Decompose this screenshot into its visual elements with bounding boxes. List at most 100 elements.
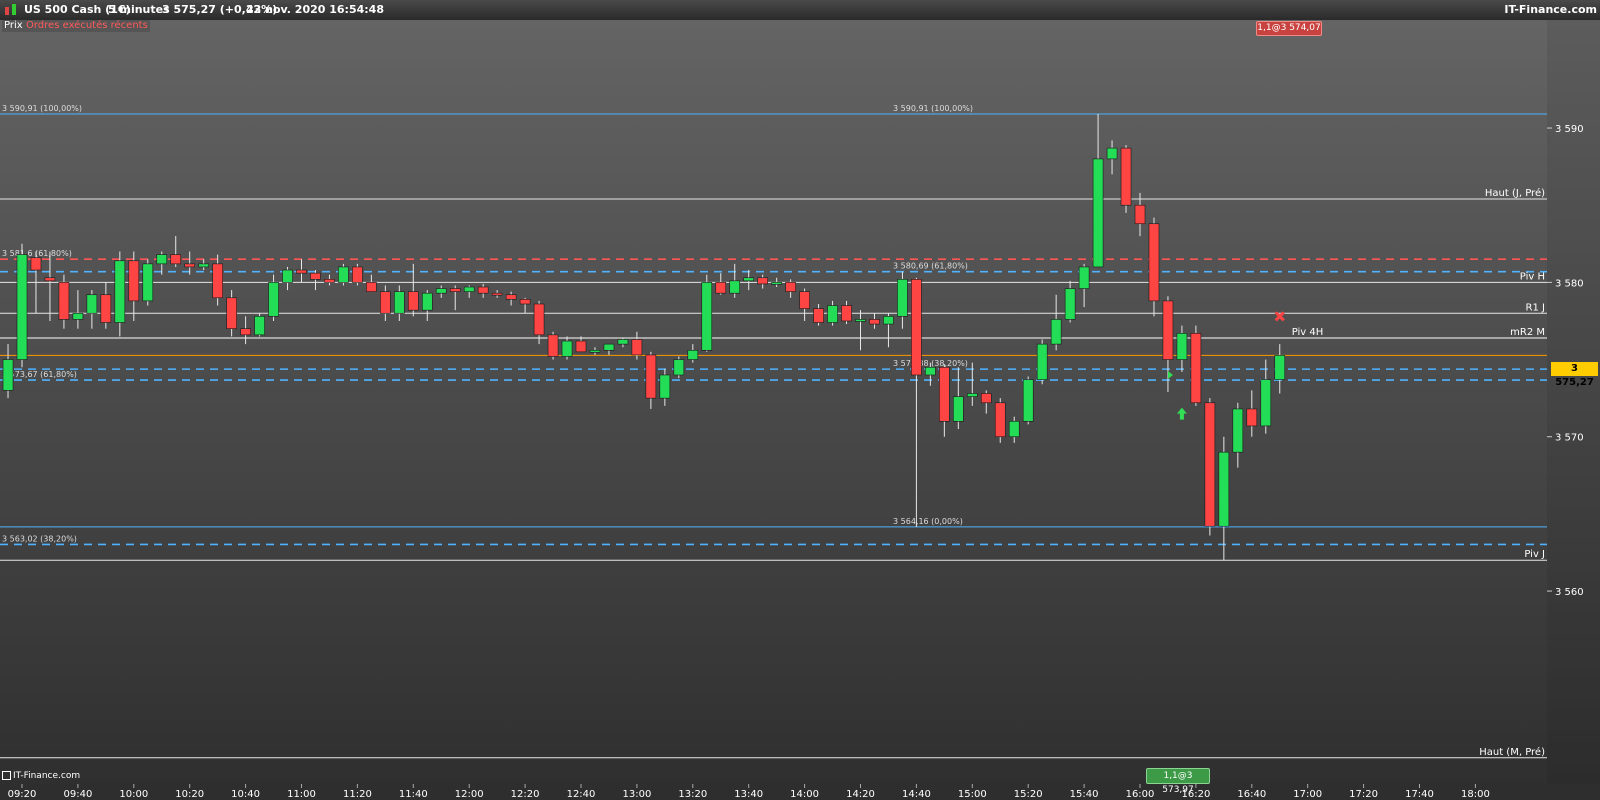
candle-body[interactable] — [897, 278, 908, 317]
candle-body[interactable] — [645, 354, 657, 399]
candle-body[interactable] — [16, 254, 28, 360]
candle-body[interactable] — [184, 263, 195, 268]
candle-body[interactable] — [44, 277, 56, 282]
candle-body[interactable] — [100, 294, 112, 323]
candle-body[interactable] — [296, 269, 307, 274]
candle-body[interactable] — [1176, 333, 1188, 360]
candle-body[interactable] — [813, 308, 824, 323]
candle-body[interactable] — [1036, 343, 1048, 380]
order-badge-bottom[interactable]: 1,1@3 573,97 — [1146, 768, 1210, 795]
candle-body[interactable] — [980, 393, 992, 404]
execution-triangle-icon[interactable] — [1167, 370, 1173, 379]
candlestick-chart[interactable]: 3 590,91 (100,00%) 3 590,91 (100,00%) Haut… — [0, 0, 1600, 800]
candle-body[interactable] — [1204, 402, 1216, 527]
candle-body[interactable] — [268, 282, 279, 317]
candle-body[interactable] — [128, 260, 140, 302]
candle-body[interactable] — [953, 396, 964, 422]
candle-body[interactable] — [310, 272, 321, 280]
candle-body[interactable] — [994, 402, 1006, 438]
candle-body[interactable] — [338, 266, 349, 283]
level-label-right: Piv H — [1520, 271, 1545, 282]
candle-body[interactable] — [883, 316, 894, 325]
candle-body[interactable] — [715, 282, 727, 294]
candle-body[interactable] — [743, 277, 755, 282]
candle-body[interactable] — [30, 257, 42, 271]
candle-body[interactable] — [142, 263, 154, 302]
candle-body[interactable] — [156, 254, 168, 265]
candle-body[interactable] — [827, 305, 838, 323]
candle-body[interactable] — [1148, 223, 1160, 302]
candle-body[interactable] — [1078, 266, 1090, 289]
candle-body[interactable] — [911, 278, 922, 376]
candle-body[interactable] — [477, 286, 489, 294]
candle-body[interactable] — [198, 263, 209, 268]
x-tick-label: 13:00 — [622, 789, 651, 800]
candle-body[interactable] — [1260, 379, 1272, 427]
candle-body[interactable] — [380, 291, 391, 314]
candle-body[interactable] — [757, 277, 768, 285]
candle-body[interactable] — [1218, 451, 1230, 527]
candle-body[interactable] — [1246, 408, 1258, 427]
candle-body[interactable] — [1064, 288, 1076, 320]
candle-body[interactable] — [533, 303, 545, 336]
candle-body[interactable] — [939, 366, 950, 422]
candle-body[interactable] — [589, 349, 601, 353]
candle-body[interactable] — [240, 328, 251, 336]
candle-body[interactable] — [2, 359, 14, 391]
candle-body[interactable] — [1022, 379, 1034, 422]
candle-body[interactable] — [58, 282, 70, 320]
candle-body[interactable] — [561, 340, 573, 357]
candle-body[interactable] — [785, 282, 796, 292]
candle-body[interactable] — [282, 269, 293, 283]
candle-body[interactable] — [463, 286, 475, 292]
candle-body[interactable] — [491, 292, 503, 296]
candle-body[interactable] — [1008, 420, 1020, 438]
candle-body[interactable] — [855, 319, 866, 322]
candle-body[interactable] — [226, 297, 237, 329]
candle-body[interactable] — [799, 291, 810, 309]
candle-body[interactable] — [1106, 147, 1118, 160]
buy-arrow-icon[interactable] — [1176, 407, 1187, 420]
candle-body[interactable] — [1120, 147, 1132, 206]
candle-body[interactable] — [407, 291, 419, 311]
candle-body[interactable] — [1050, 319, 1062, 345]
candle-body[interactable] — [673, 359, 685, 376]
candle-body[interactable] — [254, 316, 265, 336]
candle-body[interactable] — [1274, 355, 1286, 380]
candle-body[interactable] — [869, 319, 880, 325]
candle-body[interactable] — [114, 260, 126, 323]
candle-body[interactable] — [366, 282, 377, 292]
candle-body[interactable] — [449, 288, 461, 292]
candle-body[interactable] — [659, 374, 671, 399]
candle-body[interactable] — [394, 291, 405, 314]
candle-body[interactable] — [631, 339, 643, 356]
candle-body[interactable] — [324, 278, 335, 283]
candle-body[interactable] — [212, 263, 223, 299]
candle-body[interactable] — [603, 343, 615, 351]
candle-body[interactable] — [701, 282, 713, 351]
candle-body[interactable] — [1190, 333, 1202, 404]
candle-body[interactable] — [1232, 408, 1244, 453]
candle-body[interactable] — [170, 254, 182, 265]
candle-body[interactable] — [729, 280, 741, 294]
candle-body[interactable] — [925, 366, 936, 376]
copyright-icon — [2, 771, 11, 780]
candle-body[interactable] — [841, 305, 852, 322]
candle-body[interactable] — [1134, 204, 1146, 225]
candle-body[interactable] — [435, 288, 447, 294]
order-badge-top[interactable]: 1,1@3 574,07 — [1256, 21, 1322, 36]
candle-body[interactable] — [966, 393, 978, 397]
candle-body[interactable] — [547, 334, 559, 357]
candle-body[interactable] — [687, 349, 699, 360]
candle-body[interactable] — [86, 294, 98, 314]
candle-body[interactable] — [505, 294, 517, 300]
candle-body[interactable] — [421, 292, 433, 311]
candle-body[interactable] — [519, 299, 531, 305]
candle-body[interactable] — [1162, 300, 1174, 360]
candle-body[interactable] — [352, 266, 363, 283]
candle-body[interactable] — [1092, 158, 1104, 268]
candle-body[interactable] — [617, 339, 629, 345]
candle-body[interactable] — [72, 312, 84, 320]
candle-body[interactable] — [575, 340, 587, 353]
candle-body[interactable] — [771, 282, 782, 285]
